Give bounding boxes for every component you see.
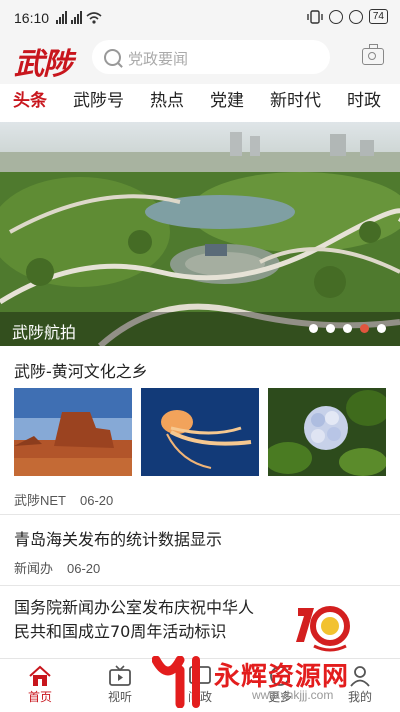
nav-video[interactable]: 视听 [80, 659, 160, 712]
vibrate-icon [307, 9, 323, 24]
carousel-dot[interactable] [309, 324, 318, 333]
desert-thumbnail [14, 388, 132, 476]
carousel-dot[interactable] [377, 324, 386, 333]
tab-hot[interactable]: 热点 [137, 84, 197, 122]
status-bar: 16:10 74 [0, 0, 400, 36]
signal-icon [56, 11, 67, 24]
search-placeholder: 党政要闻 [128, 50, 189, 68]
tab-politics[interactable]: 时政 [334, 84, 394, 122]
signal-icon [71, 11, 82, 24]
banner-carousel[interactable]: 武陟航拍 [0, 122, 400, 346]
news-source: 新闻办 [14, 561, 54, 576]
watermark: 永辉资源网 www.yhkjjj.com [152, 654, 396, 710]
nav-label: 视听 [107, 690, 132, 704]
news-date: 06-20 [67, 561, 101, 576]
search-icon [104, 49, 121, 66]
news-meta: 武陟NET 06-20 [14, 490, 113, 509]
news-title: 武陟-黄河文化之乡 [14, 362, 148, 381]
news-item[interactable]: 武陟-黄河文化之乡 武陟NET 06-20 [0, 346, 400, 514]
camera-icon[interactable] [362, 44, 384, 65]
banner-caption: 武陟航拍 [0, 312, 400, 346]
anniversary-70-icon [296, 606, 350, 652]
lock-icon [348, 9, 363, 24]
battery-icon: 74 [368, 9, 388, 24]
watermark-url: www.yhkjjj.com [252, 688, 334, 702]
watermark-logo [152, 656, 200, 708]
news-date: 06-20 [80, 493, 114, 508]
divider [0, 514, 400, 515]
news-source: 武陟NET [14, 493, 67, 508]
search-input[interactable]: 党政要闻 [92, 40, 330, 74]
news-meta: 新闻办 06-20 [14, 558, 100, 577]
news-item[interactable]: 国务院新闻办公室发布庆祝中华人民共和国成立70周年活动标识 [0, 592, 400, 656]
news-title: 青岛海关发布的统计数据显示 [14, 530, 223, 549]
tab-headlines[interactable]: 头条 [0, 84, 60, 122]
home-icon [29, 665, 51, 686]
news-title: 国务院新闻办公室发布庆祝中华人民共和国成立70周年活动标识 [14, 598, 255, 641]
app-logo: 武陟 [14, 47, 73, 82]
carousel-dot[interactable] [326, 324, 335, 333]
news-thumbnails [14, 388, 386, 476]
nav-home[interactable]: 首页 [0, 659, 80, 712]
hydrangea-thumbnail [268, 388, 386, 476]
carousel-dot-active[interactable] [360, 324, 369, 333]
carousel-dot[interactable] [343, 324, 352, 333]
nav-label: 首页 [27, 690, 52, 704]
status-time: 16:10 [14, 10, 50, 26]
tv-icon [109, 665, 131, 686]
tab-party[interactable]: 党建 [197, 84, 257, 122]
app-header: 武陟 党政要闻 [0, 36, 400, 84]
signal-icons [56, 11, 102, 24]
alarm-icon [328, 9, 343, 24]
carousel-indicator [309, 324, 386, 333]
divider [0, 585, 400, 586]
tab-new-era[interactable]: 新时代 [257, 84, 334, 122]
channel-tabs: 头条 武陟号 热点 党建 新时代 时政 [0, 84, 400, 122]
tab-wuzhi-hao[interactable]: 武陟号 [60, 84, 137, 122]
jellyfish-thumbnail [141, 388, 259, 476]
banner-title: 武陟航拍 [12, 323, 77, 342]
wifi-icon [86, 12, 102, 24]
